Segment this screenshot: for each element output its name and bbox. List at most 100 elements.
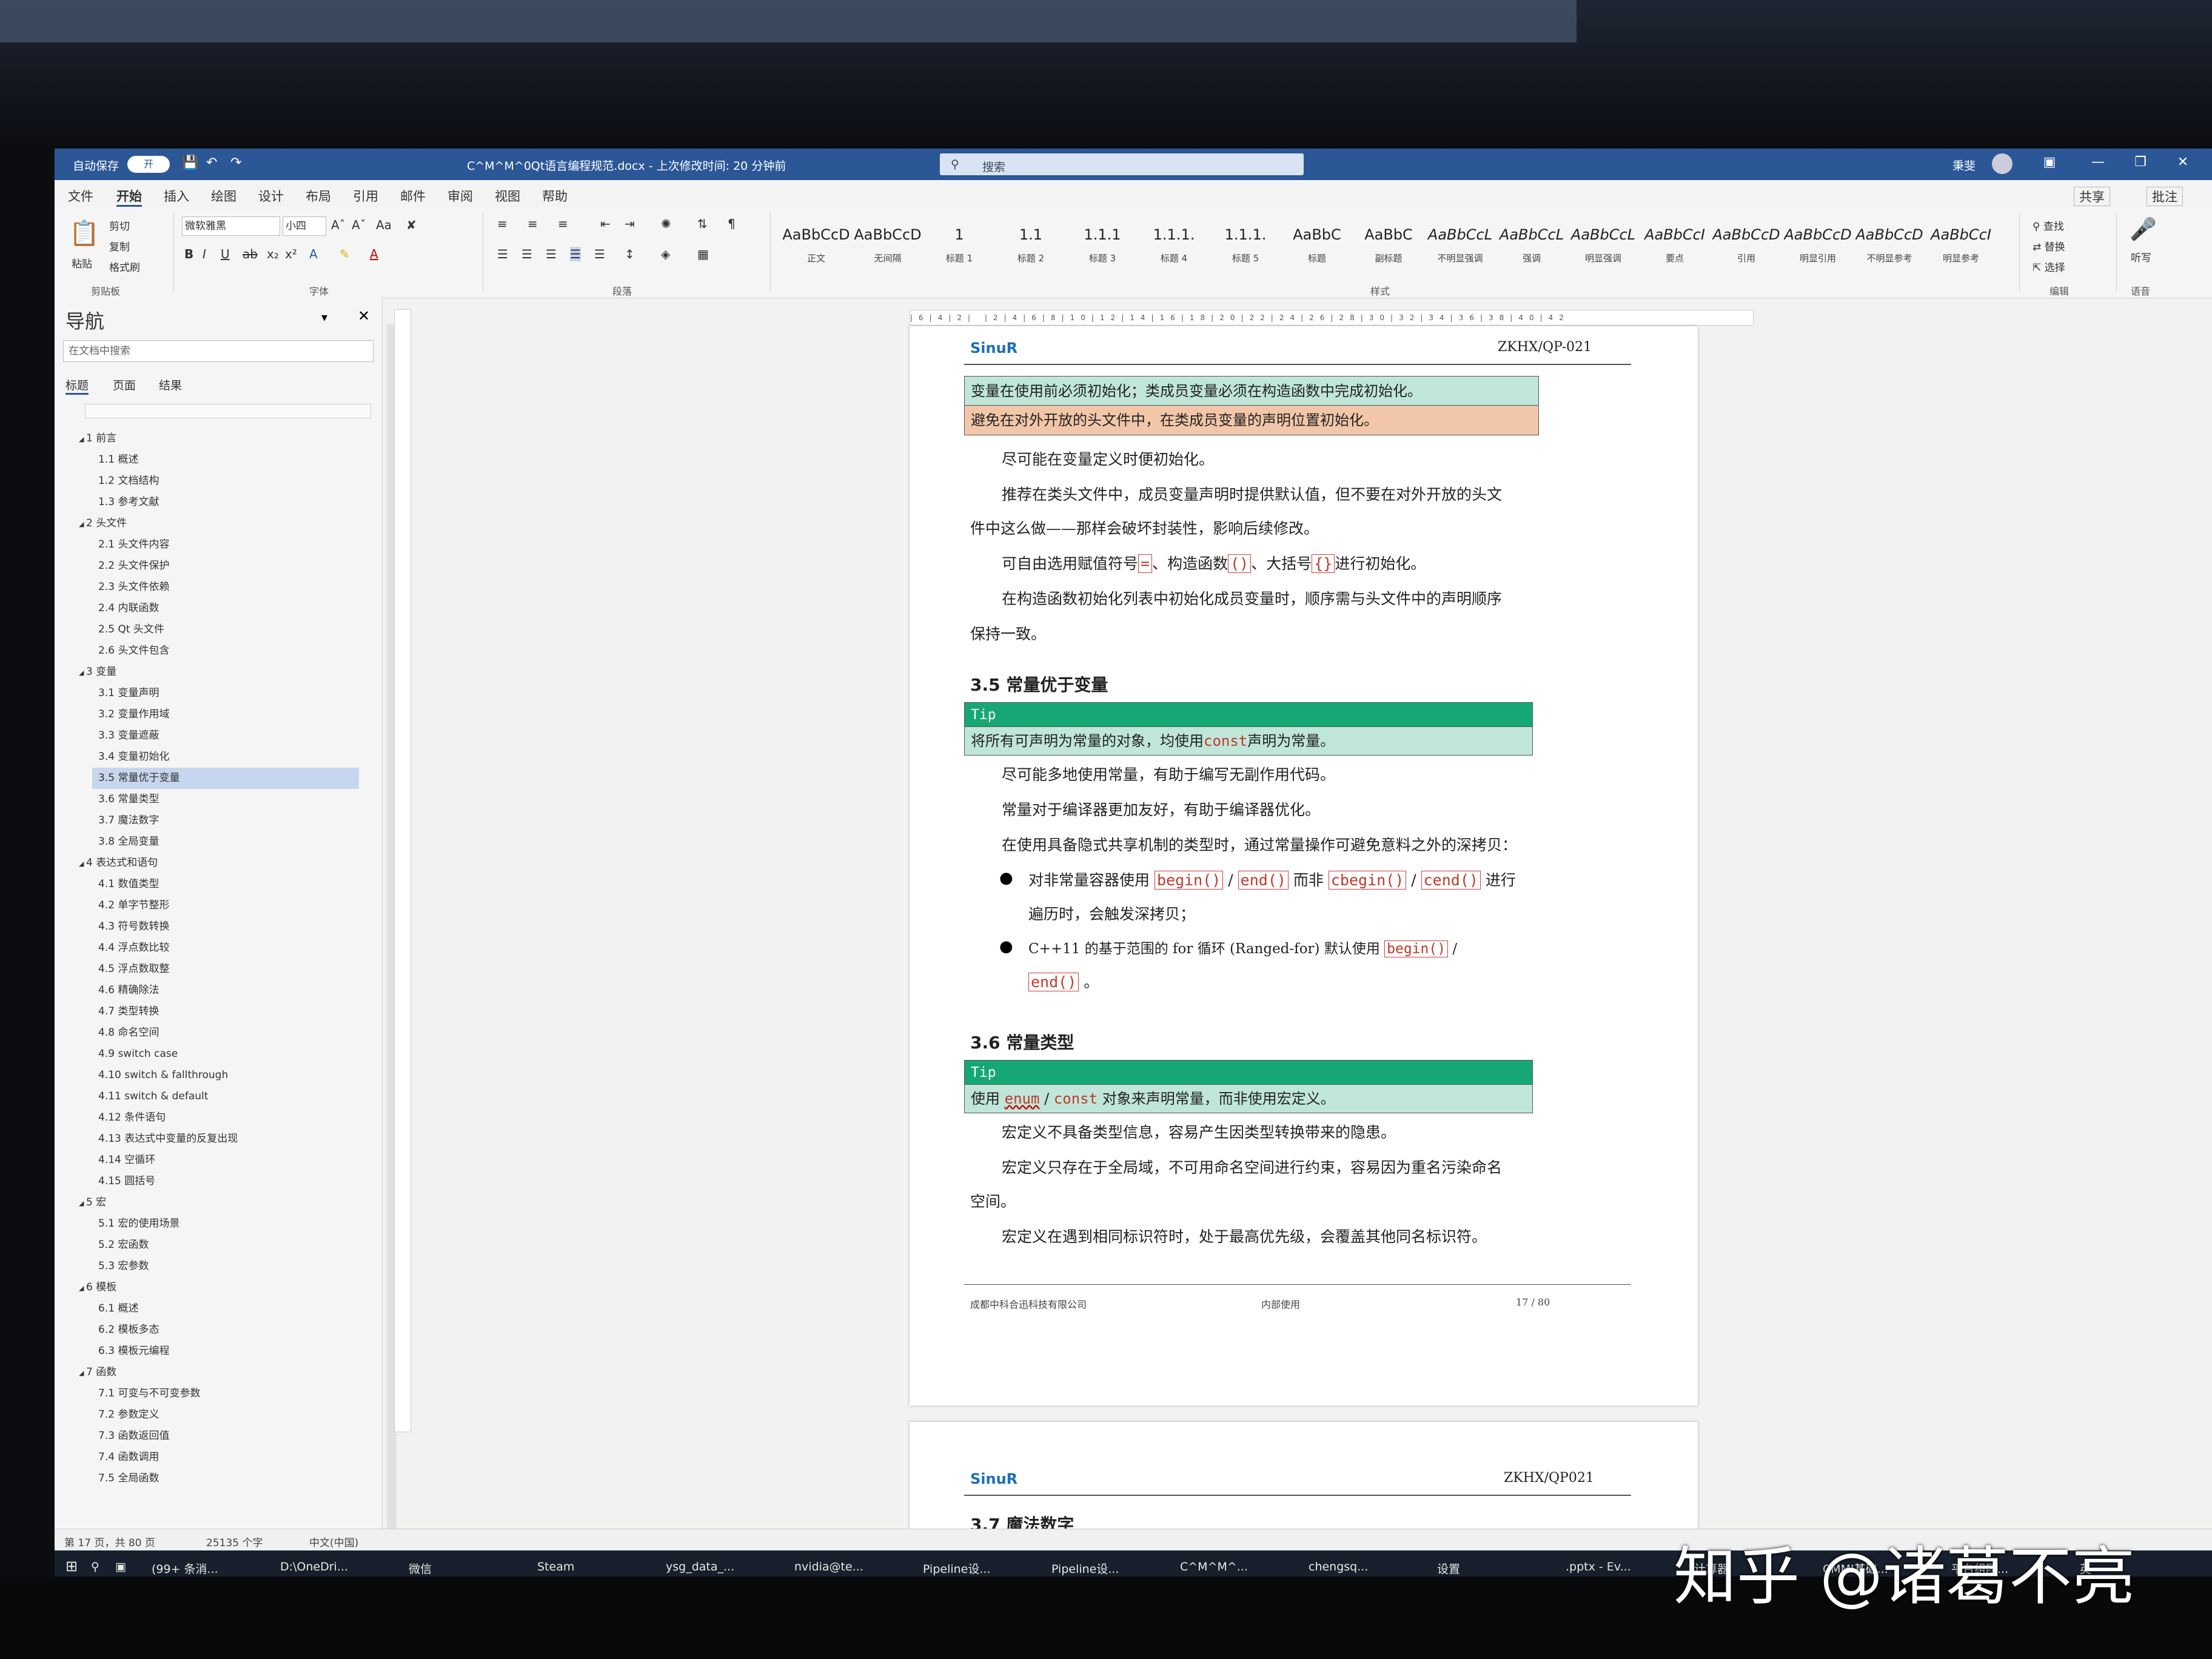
nav-heading-2[interactable]: 3.8 全局变量: [55, 831, 382, 853]
tab-view[interactable]: 视图: [495, 187, 520, 205]
font-size-select[interactable]: 小四: [283, 216, 326, 236]
nav-heading-2[interactable]: 1.2 文档结构: [55, 471, 382, 492]
undo-icon[interactable]: ↶: [206, 155, 217, 170]
ribbon-display-icon[interactable]: ▣: [2037, 155, 2062, 174]
tab-references[interactable]: 引用: [353, 187, 378, 205]
font-name-select[interactable]: 微软雅黑: [182, 216, 280, 236]
tab-home[interactable]: 开始: [116, 187, 142, 207]
tab-draw[interactable]: 绘图: [211, 187, 236, 205]
justify-icon[interactable]: ☰: [570, 247, 581, 261]
nav-heading-1[interactable]: ◢ 6 模板: [55, 1277, 382, 1298]
style-item[interactable]: AaBbCcL 明显强调: [1569, 218, 1637, 276]
windows-start-icon[interactable]: ⊞: [65, 1558, 78, 1575]
replace-button[interactable]: ⇄ 替换: [2033, 238, 2065, 253]
tab-review[interactable]: 审阅: [447, 187, 473, 205]
highlight-icon[interactable]: ✎: [340, 247, 350, 261]
dictate-button[interactable]: 听写: [2131, 249, 2151, 264]
subscript-icon[interactable]: x₂: [267, 247, 279, 261]
tab-mailings[interactable]: 邮件: [400, 187, 426, 205]
nav-heading-2[interactable]: 4.12 条件语句: [55, 1107, 382, 1128]
shading-icon[interactable]: ◈: [661, 247, 670, 261]
collapse-icon[interactable]: ◢: [79, 520, 86, 528]
nav-scroll-up[interactable]: [85, 404, 371, 418]
show-marks-icon[interactable]: ¶: [728, 216, 736, 231]
search-box[interactable]: ⚲ 搜索: [940, 153, 1304, 175]
comment-button[interactable]: 批注: [2147, 187, 2183, 206]
nav-heading-2[interactable]: 7.2 参数定义: [55, 1404, 382, 1426]
nav-heading-2[interactable]: 4.6 精确除法: [55, 980, 382, 1001]
nav-heading-2[interactable]: 2.5 Qt 头文件: [55, 619, 382, 640]
nav-heading-2[interactable]: 4.1 数值类型: [55, 874, 382, 895]
nav-heading-2[interactable]: 4.7 类型转换: [55, 1001, 382, 1022]
tab-layout[interactable]: 布局: [306, 187, 331, 205]
format-painter-button[interactable]: 格式刷: [109, 259, 140, 274]
style-item[interactable]: AaBbC 副标题: [1355, 218, 1423, 276]
font-shrink-icon[interactable]: Aˇ: [352, 218, 366, 232]
align-left-icon[interactable]: ☰: [497, 247, 508, 261]
style-item[interactable]: AaBbC 标题: [1283, 218, 1351, 276]
font-color-icon[interactable]: A: [370, 247, 378, 261]
nav-heading-1[interactable]: ◢ 1 前言: [55, 428, 382, 449]
nav-heading-1[interactable]: ◢ 3 变量: [55, 662, 382, 683]
nav-heading-2[interactable]: 7.3 函数返回值: [55, 1426, 382, 1447]
tab-help[interactable]: 帮助: [542, 187, 568, 205]
italic-icon[interactable]: I: [203, 247, 206, 261]
nav-heading-2[interactable]: 5.3 宏参数: [55, 1256, 382, 1277]
status-page[interactable]: 第 17 页，共 80 页: [64, 1534, 155, 1549]
taskbar-app[interactable]: C^M^M^...: [1180, 1560, 1248, 1574]
nav-heading-2[interactable]: 4.14 空循环: [55, 1150, 382, 1171]
increase-indent-icon[interactable]: ⇥: [625, 216, 635, 231]
nav-heading-2[interactable]: 4.15 圆括号: [55, 1171, 382, 1192]
save-icon[interactable]: 💾: [182, 155, 198, 170]
style-item[interactable]: AaBbCcI 明显参考: [1927, 218, 1995, 276]
nav-heading-2[interactable]: 7.1 可变与不可变参数: [55, 1383, 382, 1404]
document-page[interactable]: SinuR ZKHX/QP-021 变量在使用前必须初始化；类成员变量必须在构造…: [910, 326, 1698, 1406]
bullets-icon[interactable]: ≡: [497, 216, 508, 231]
nav-tab-results[interactable]: 结果: [159, 377, 182, 393]
nav-heading-2[interactable]: 4.2 单字节整形: [55, 895, 382, 916]
nav-heading-2[interactable]: 1.1 概述: [55, 449, 382, 471]
nav-tab-pages[interactable]: 页面: [113, 377, 136, 393]
nav-heading-1[interactable]: ◢ 7 函数: [55, 1362, 382, 1383]
line-spacing-icon[interactable]: ↕: [625, 247, 635, 261]
taskbar-search-icon[interactable]: ⚲: [91, 1560, 99, 1574]
nav-options-icon[interactable]: ▾: [321, 310, 327, 324]
share-button[interactable]: 共享: [2074, 187, 2110, 206]
taskbar-app[interactable]: Steam: [537, 1560, 574, 1574]
nav-heading-2[interactable]: 3.4 变量初始化: [55, 746, 382, 768]
paste-button[interactable]: 粘贴: [72, 255, 92, 270]
nav-close-icon[interactable]: ✕: [358, 307, 370, 324]
nav-heading-2[interactable]: 6.2 模板多态: [55, 1319, 382, 1341]
nav-heading-2[interactable]: 4.10 switch & fallthrough: [55, 1065, 382, 1086]
status-language[interactable]: 中文(中国): [309, 1534, 358, 1549]
maximize-icon[interactable]: ❐: [2128, 155, 2153, 174]
nav-heading-2[interactable]: 5.1 宏的使用场景: [55, 1213, 382, 1235]
style-item[interactable]: AaBbCcL 强调: [1498, 218, 1566, 276]
style-item[interactable]: AaBbCcD 明显引用: [1784, 218, 1852, 276]
microphone-icon[interactable]: 🎤: [2130, 216, 2157, 242]
nav-tab-headings[interactable]: 标题: [65, 377, 89, 395]
multilevel-list-icon[interactable]: ≡: [558, 216, 568, 231]
superscript-icon[interactable]: x²: [285, 247, 297, 261]
bold-icon[interactable]: B: [184, 247, 193, 261]
style-item[interactable]: 1.1.1. 标题 4: [1140, 218, 1208, 276]
taskbar-app[interactable]: chengsq...: [1309, 1560, 1368, 1574]
close-icon[interactable]: ✕: [2171, 155, 2195, 174]
redo-icon[interactable]: ↷: [230, 155, 241, 170]
nav-heading-2[interactable]: 3.7 魔法数字: [55, 810, 382, 831]
cut-button[interactable]: 剪切: [109, 218, 130, 233]
nav-heading-1[interactable]: ◢ 2 头文件: [55, 513, 382, 534]
taskbar-app[interactable]: .pptx - Ev...: [1566, 1560, 1631, 1574]
nav-heading-2[interactable]: 5.2 宏函数: [55, 1235, 382, 1256]
avatar[interactable]: [1992, 153, 2013, 174]
tab-insert[interactable]: 插入: [164, 187, 189, 205]
taskbar-app[interactable]: (99+ 条消...: [152, 1560, 218, 1577]
change-case-icon[interactable]: Aa: [376, 218, 392, 232]
nav-heading-2[interactable]: 6.1 概述: [55, 1298, 382, 1319]
nav-heading-2[interactable]: 3.1 变量声明: [55, 683, 382, 704]
style-item[interactable]: AaBbCcD 无间隔: [854, 218, 922, 276]
text-effects-icon[interactable]: A: [309, 247, 318, 261]
nav-heading-1[interactable]: ◢ 5 宏: [55, 1192, 382, 1213]
style-item[interactable]: AaBbCcD 正文: [782, 218, 850, 276]
underline-icon[interactable]: U: [221, 247, 230, 261]
